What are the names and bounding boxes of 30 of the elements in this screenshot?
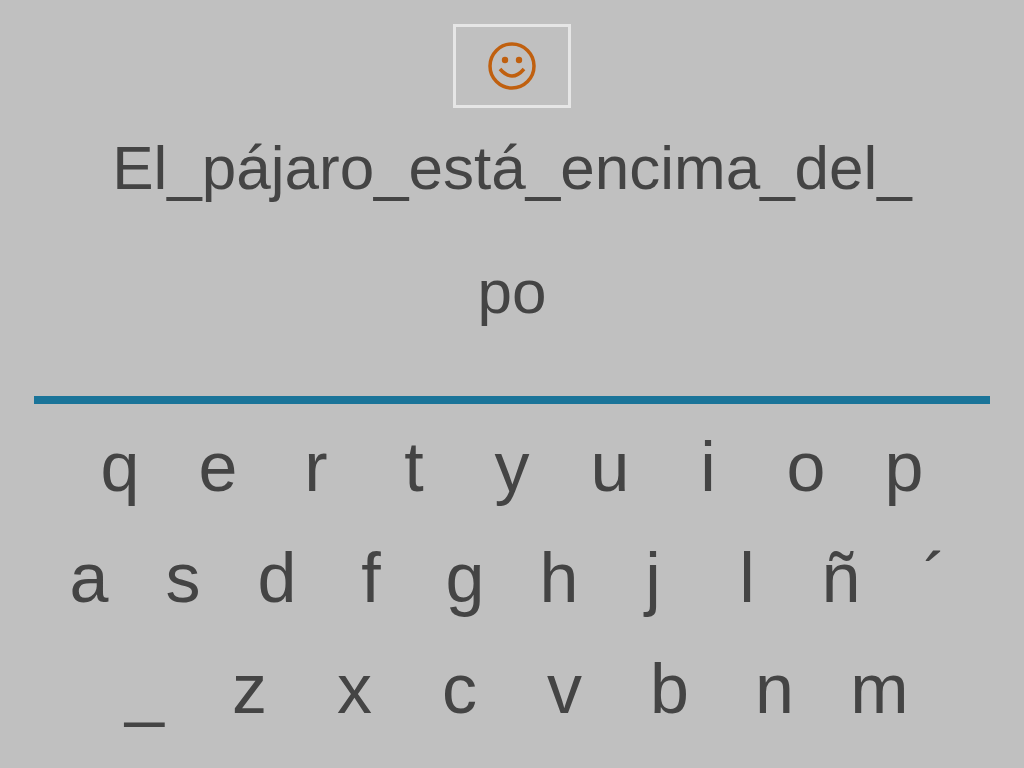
- letter-key[interactable]: i: [659, 422, 757, 512]
- letter-key[interactable]: j: [606, 533, 700, 623]
- letter-key[interactable]: l: [700, 533, 794, 623]
- letter-key[interactable]: r: [267, 422, 365, 512]
- letter-key[interactable]: t: [365, 422, 463, 512]
- letter-key[interactable]: m: [827, 644, 932, 734]
- letter-key[interactable]: a: [42, 533, 136, 623]
- sentence-text: po: [477, 260, 547, 328]
- letter-key[interactable]: s: [136, 533, 230, 623]
- letter-key[interactable]: v: [512, 644, 617, 734]
- letter-key[interactable]: b: [617, 644, 722, 734]
- letter-key[interactable]: x: [302, 644, 407, 734]
- letter-key[interactable]: ñ: [794, 533, 888, 623]
- letter-key[interactable]: g: [418, 533, 512, 623]
- letter-key[interactable]: q: [71, 422, 169, 512]
- letter-key[interactable]: h: [512, 533, 606, 623]
- letter-key[interactable]: d: [230, 533, 324, 623]
- letter-key[interactable]: n: [722, 644, 827, 734]
- smiley-icon: [487, 41, 537, 91]
- letter-key[interactable]: c: [407, 644, 512, 734]
- letter-key[interactable]: o: [757, 422, 855, 512]
- letter-key[interactable]: p: [855, 422, 953, 512]
- letter-key[interactable]: f: [324, 533, 418, 623]
- letter-key[interactable]: y: [463, 422, 561, 512]
- letter-key[interactable]: ´: [888, 533, 982, 623]
- letter-key[interactable]: _: [92, 644, 197, 734]
- letter-key[interactable]: u: [561, 422, 659, 512]
- letter-key[interactable]: z: [197, 644, 302, 734]
- sentence-text: El_pájaro_está_encima_del_: [112, 136, 912, 204]
- letter-key[interactable]: e: [169, 422, 267, 512]
